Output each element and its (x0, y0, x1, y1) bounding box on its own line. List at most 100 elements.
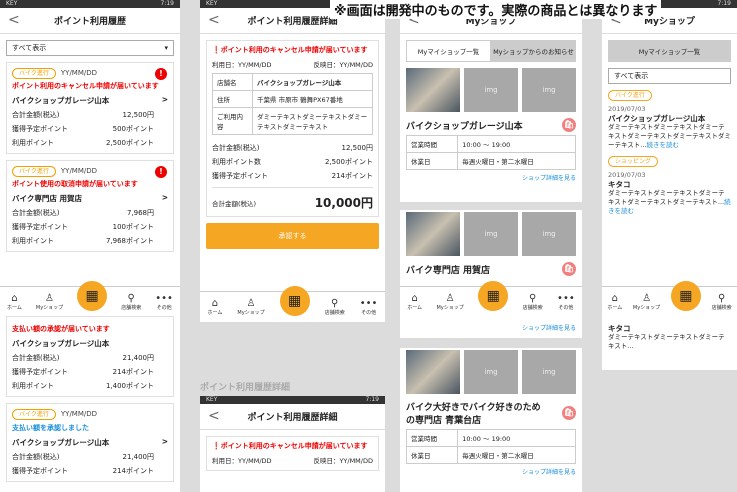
nav-store-search[interactable]: ⚲ 店舗検索 (712, 293, 732, 311)
chevron-right-icon[interactable]: > (162, 193, 168, 204)
nav-myshop[interactable]: ♙ Myショップ (633, 293, 660, 311)
status-message: ポイント使用の取消申請が届いています (12, 180, 138, 188)
read-more-link[interactable]: 続きを読む (647, 141, 680, 149)
filter-select[interactable]: すべて表示 ▾ (6, 40, 174, 56)
shop-card[interactable]: img img バイク専門店 用賀店 🛍 (400, 212, 582, 279)
chevron-right-icon[interactable]: > (162, 95, 168, 106)
search-icon: ⚲ (717, 292, 726, 304)
tab-shop-list[interactable]: Myマイショップ一覧 (406, 40, 491, 62)
news-item[interactable]: ショッピング 2019/07/03 キタコ ダミーテキストダミーテキストダミーテ… (608, 156, 731, 216)
nav-store-search[interactable]: ⚲ 店舗検索 (121, 293, 141, 311)
row: 獲得予定ポイント 100ポイント (12, 223, 154, 231)
photo-row: img img (406, 68, 576, 112)
history-card[interactable]: バイク進行 YY/MM/DD 支払い額を承認しました バイクショップガレージ山本 >… (6, 403, 174, 482)
placeholder-image: img (522, 212, 576, 256)
tab-bar: Myマイショップ一覧 (608, 40, 731, 62)
page-title: ポイント利用履歴詳細 (247, 413, 338, 423)
shopping-bag-icon[interactable]: 🛍 (562, 118, 576, 132)
shop-name: バイクショップガレージ山本 > (12, 437, 168, 448)
more-icon: ••• (359, 297, 378, 309)
shop-name: バイク専門店 用賀店 🛍 (406, 262, 576, 276)
placeholder-image: img (522, 68, 576, 112)
qr-icon: ▦ (288, 292, 302, 309)
status-bar: KEY7:19 (0, 0, 180, 8)
shop-card[interactable]: img img バイクショップガレージ山本 🛍 営業時間 10:00 ～ 19:00 休… (400, 68, 582, 182)
nav-home[interactable]: ⌂ ホーム (607, 293, 622, 311)
dates: 利用日：YY/MM/DD 反映日：YY/MM/DD (212, 61, 373, 69)
more-icon: ••• (557, 292, 575, 304)
nav-myshop[interactable]: ♙ Myショップ (436, 293, 463, 311)
shop-hours-table: 営業時間 10:00 ～ 19:00 休業日 毎週火曜日・第二水曜日 (405, 429, 576, 464)
shopping-bag-icon[interactable]: 🛍 (562, 262, 576, 276)
shop-detail-link[interactable]: ショップ詳細を見る (406, 173, 576, 182)
row: 獲得予定ポイント 500ポイント (12, 125, 154, 133)
shop-hours-table: 営業時間 10:00 ～ 19:00 休業日 毎週火曜日・第二水曜日 (405, 135, 576, 170)
nav-myshop[interactable]: ♙ Myショップ (237, 298, 264, 316)
placeholder-image: img (464, 350, 518, 394)
shop-name: バイクショップガレージ山本 > (12, 95, 168, 106)
nav-home[interactable]: ⌂ ホーム (407, 293, 422, 311)
filter-select[interactable]: すべて表示 (608, 68, 731, 84)
news-title: キタコ (608, 180, 631, 189)
nav-home[interactable]: ⌂ ホーム (7, 293, 22, 311)
shop-card[interactable]: img img バイク大好きでバイク好きのための専門店 青葉台店 🛍 営業時間 10:… (400, 350, 582, 479)
qr-code-button[interactable]: ▦ (478, 280, 509, 311)
shop-photo (406, 350, 460, 394)
alert-icon: ❗ (212, 442, 221, 450)
tab-shop-news[interactable]: Myショップからのお知らせ (491, 40, 576, 62)
date: 2019/07/03 (608, 105, 646, 113)
placeholder-image: img (522, 350, 576, 394)
history-card[interactable]: バイク進行 YY/MM/DD ! ポイント利用のキャンセル申請が届いています バイ… (6, 62, 174, 154)
row: 利用ポイント 1,400ポイント (12, 382, 154, 390)
qr-icon: ▦ (679, 287, 693, 304)
shopping-bag-icon[interactable]: 🛍 (562, 406, 576, 420)
history-card[interactable]: バイク進行 YY/MM/DD ! ポイント使用の取消申請が届いています バイク専門… (6, 160, 174, 252)
screen-myshop-news: KEY7:19 <Myショップ Myマイショップ一覧 すべて表示 バイク進行 2… (602, 0, 737, 370)
nav-more[interactable]: ••• その他 (360, 298, 378, 316)
qr-code-button[interactable]: ▦ (670, 280, 701, 311)
chevron-right-icon[interactable]: > (162, 437, 168, 448)
shop-detail-link[interactable]: ショップ詳細を見る (406, 467, 576, 476)
section-caption: ポイント利用履歴詳細 (200, 383, 291, 393)
qr-code-button[interactable]: ▦ (77, 280, 108, 311)
approve-button[interactable]: 承認する (206, 223, 379, 249)
status-message: 支払い額を承認しました (12, 424, 89, 432)
news-item[interactable]: キタコ ダミーテキストダミーテキストダミーテキスト... (608, 324, 731, 351)
category-badge: バイク進行 (12, 68, 56, 79)
row: 合計金額(税込) 21,400円 (12, 453, 154, 461)
back-icon[interactable]: < (208, 408, 220, 424)
bottom-nav: ⌂ ホーム ♙ Myショップ ▦ ⚲ 店舗検索 ••• その他 (0, 280, 180, 316)
nav-home[interactable]: ⌂ ホーム (208, 298, 223, 316)
date: YY/MM/DD (60, 69, 98, 77)
date: YY/MM/DD (60, 410, 98, 418)
home-icon: ⌂ (611, 292, 618, 304)
row: 利用ポイント 7,968ポイント (12, 237, 154, 245)
dates: 利用日：YY/MM/DD 反映日：YY/MM/DD (212, 457, 373, 465)
date: 2019/07/03 (608, 171, 646, 179)
shop-detail-link[interactable]: ショップ詳細を見る (522, 323, 576, 332)
disclaimer-notice: ※画面は開発中のものです。実際の商品とは異なります (330, 0, 662, 19)
shop-name: バイク大好きでバイク好きのための専門店 青葉台店 🛍 (406, 403, 576, 426)
nav-more[interactable]: ••• その他 (155, 293, 173, 311)
shop-name: バイクショップガレージ山本 🛍 (406, 118, 576, 132)
alert-icon: ! (155, 166, 167, 178)
home-icon: ⌂ (11, 292, 18, 304)
news-item[interactable]: バイク進行 2019/07/03 バイクショップガレージ山本 ダミーテキストダミ… (608, 90, 731, 150)
nav-store-search[interactable]: ⚲ 店舗検索 (523, 293, 543, 311)
tab-shop-list[interactable]: Myマイショップ一覧 (608, 40, 731, 62)
row: 合計金額(税込) 7,968円 (12, 209, 154, 217)
shop-photo (406, 68, 460, 112)
photo-row: img img (406, 350, 576, 394)
qr-code-button[interactable]: ▦ (279, 285, 310, 316)
page-title: ポイント利用履歴 (53, 17, 126, 27)
back-icon[interactable]: < (8, 12, 20, 28)
category-badge: バイク進行 (12, 166, 56, 177)
nav-store-search[interactable]: ⚲ 店舗検索 (325, 298, 345, 316)
history-card[interactable]: 支払い額の承認が届いています バイクショップガレージ山本 合計金額(税込) 21,… (6, 316, 174, 397)
nav-more[interactable]: ••• その他 (557, 293, 575, 311)
home-icon: ⌂ (411, 292, 418, 304)
back-icon[interactable]: < (208, 12, 220, 28)
nav-myshop[interactable]: ♙ Myショップ (36, 293, 63, 311)
header: < ポイント利用履歴 (0, 8, 180, 34)
alert-icon: ! (155, 68, 167, 80)
